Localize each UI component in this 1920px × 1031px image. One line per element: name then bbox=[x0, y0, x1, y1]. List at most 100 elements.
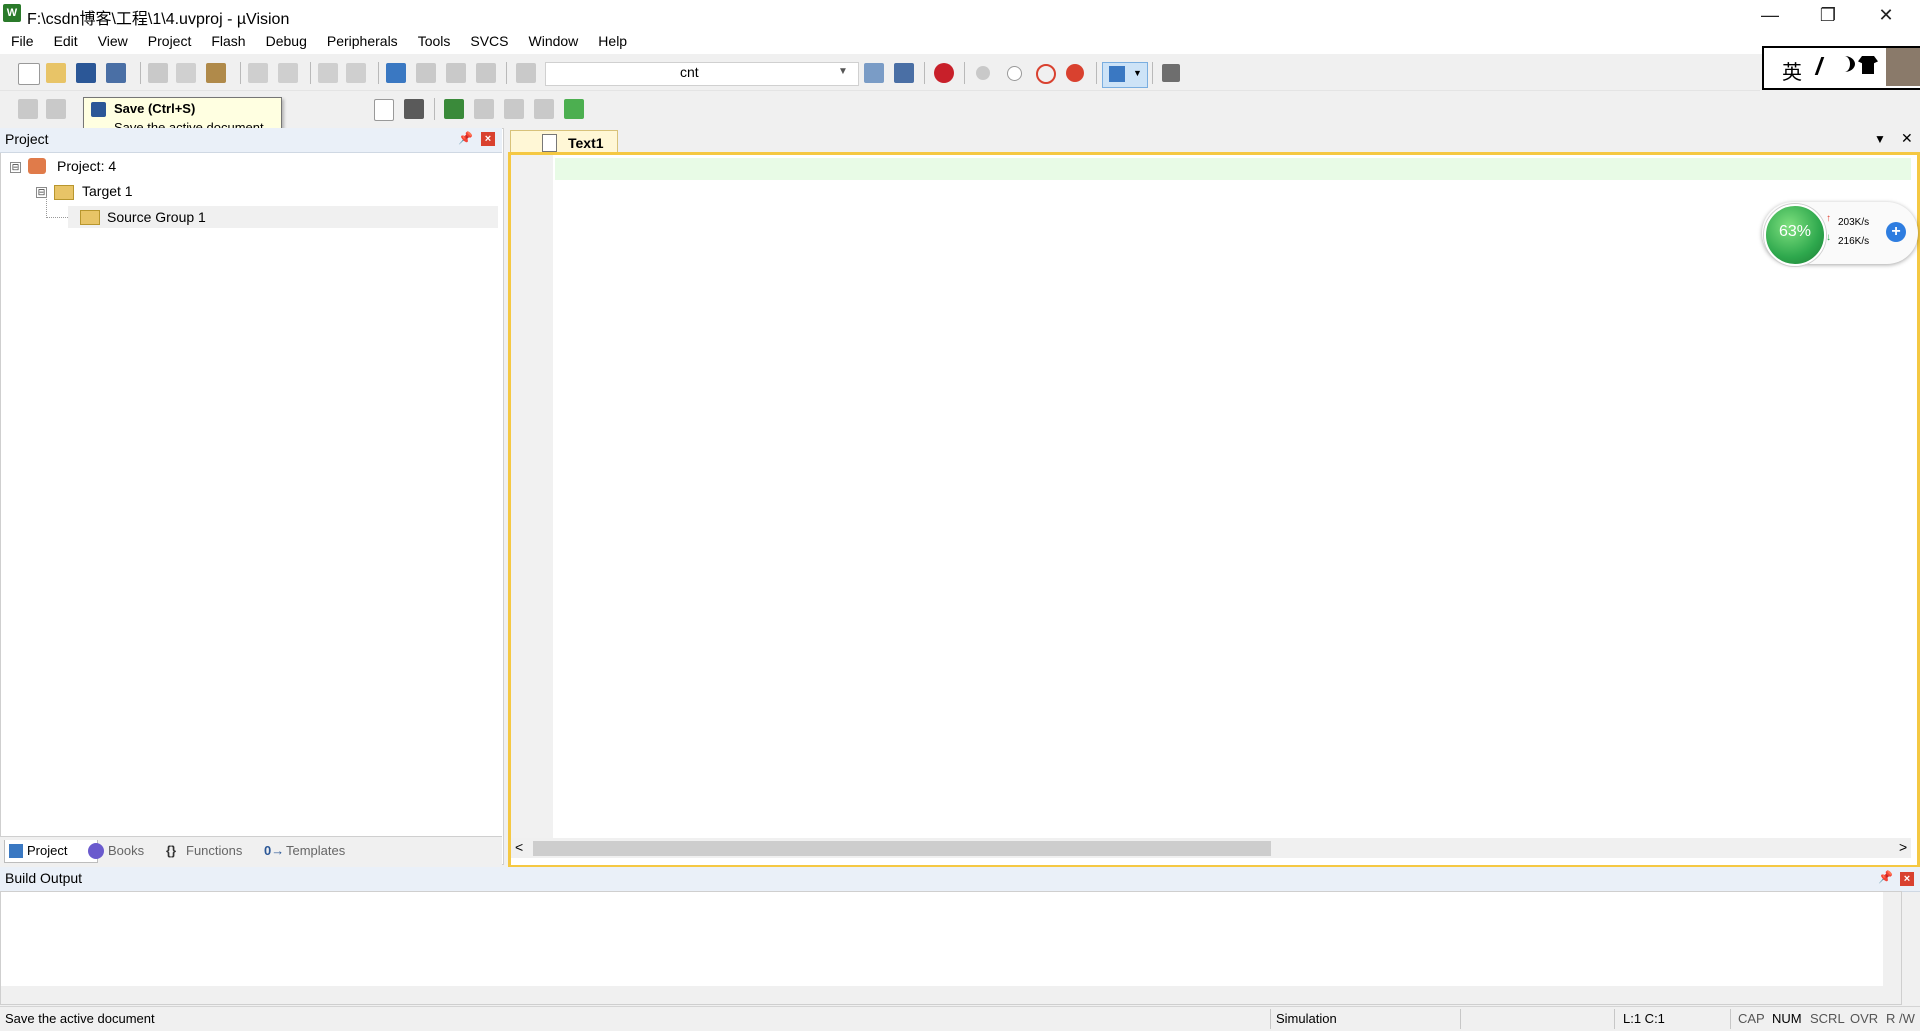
collapse-icon[interactable]: ⊟ bbox=[10, 162, 21, 173]
scroll-left-icon[interactable]: < bbox=[515, 839, 523, 855]
cut-icon[interactable] bbox=[148, 63, 168, 83]
bookmark-icon[interactable] bbox=[386, 63, 406, 83]
manage-components-icon[interactable] bbox=[444, 99, 464, 119]
project-icon bbox=[28, 158, 46, 174]
menu-debug[interactable]: Debug bbox=[255, 30, 316, 49]
file-extensions-icon[interactable] bbox=[474, 99, 494, 119]
tab-templates[interactable]: 0→ Templates bbox=[262, 840, 378, 862]
menu-edit[interactable]: Edit bbox=[43, 30, 87, 49]
indent-icon[interactable] bbox=[516, 63, 536, 83]
menu-svcs[interactable]: SVCS bbox=[459, 30, 517, 49]
close-window-button[interactable]: ✕ bbox=[1857, 0, 1915, 30]
scrollbar-thumb[interactable] bbox=[533, 841, 1271, 856]
tree-line bbox=[46, 196, 48, 218]
clear-bookmarks-icon[interactable] bbox=[476, 63, 496, 83]
tree-row-source-group[interactable]: Source Group 1 bbox=[68, 206, 498, 228]
menu-tools[interactable]: Tools bbox=[407, 30, 460, 49]
open-file-icon[interactable] bbox=[46, 63, 66, 83]
close-editor-icon[interactable]: ✕ bbox=[1901, 130, 1913, 147]
menu-window[interactable]: Window bbox=[518, 30, 588, 49]
title-bar: W F:\csdn博客\工程\1\4.uvproj - µVision — ❐ … bbox=[0, 0, 1920, 30]
menu-help[interactable]: Help bbox=[587, 30, 636, 49]
punctuation-icon[interactable] bbox=[1814, 57, 1835, 75]
status-scrl: SCRL bbox=[1810, 1011, 1845, 1026]
new-file-icon[interactable] bbox=[18, 63, 40, 85]
redo-icon[interactable] bbox=[278, 63, 298, 83]
paste-icon[interactable] bbox=[206, 63, 226, 83]
next-bookmark-icon[interactable] bbox=[446, 63, 466, 83]
status-caps: CAP bbox=[1738, 1011, 1765, 1026]
prev-bookmark-icon[interactable] bbox=[416, 63, 436, 83]
find-icon[interactable] bbox=[864, 63, 884, 83]
memory-usage-circle[interactable]: 63% bbox=[1764, 204, 1826, 266]
close-panel-button[interactable]: × bbox=[1900, 872, 1914, 886]
nav-back-icon[interactable] bbox=[318, 63, 338, 83]
build-output-text-area[interactable] bbox=[0, 891, 1902, 1005]
find-combo-chevron-icon[interactable]: ▼ bbox=[838, 66, 848, 77]
menu-file[interactable]: File bbox=[0, 30, 43, 49]
pack-installer-icon[interactable] bbox=[504, 99, 524, 119]
nav-forward-icon[interactable] bbox=[346, 63, 366, 83]
build-output-horizontal-scrollbar[interactable] bbox=[1, 986, 1901, 1004]
menu-project[interactable]: Project bbox=[137, 30, 201, 49]
minimize-button[interactable]: — bbox=[1741, 0, 1799, 30]
status-mode: Simulation bbox=[1276, 1011, 1337, 1026]
pin-icon[interactable]: 📌 bbox=[1878, 870, 1893, 884]
kill-all-breakpoints-icon[interactable] bbox=[1066, 64, 1084, 82]
moon-icon[interactable] bbox=[1834, 56, 1855, 72]
disable-breakpoint-icon[interactable] bbox=[1007, 66, 1022, 81]
status-ovr: OVR bbox=[1850, 1011, 1879, 1026]
tab-functions[interactable]: {} Functions bbox=[164, 840, 274, 862]
target-options-icon[interactable] bbox=[404, 99, 424, 119]
breakpoint-icon[interactable] bbox=[976, 66, 990, 80]
tooltip-title: Save (Ctrl+S) bbox=[114, 101, 196, 116]
kill-breakpoints-icon[interactable] bbox=[1036, 64, 1056, 84]
code-editor[interactable] bbox=[508, 152, 1920, 868]
memory-usage-percent: 63% bbox=[1778, 223, 1812, 240]
menu-view[interactable]: View bbox=[87, 30, 137, 49]
configure-icon[interactable] bbox=[1162, 64, 1180, 82]
upload-arrow-icon: ↑ bbox=[1826, 213, 1831, 224]
menu-flash[interactable]: Flash bbox=[200, 30, 254, 49]
build-output-vertical-scrollbar[interactable] bbox=[1883, 892, 1901, 988]
books-tab-icon bbox=[88, 843, 104, 859]
debug-session-icon[interactable] bbox=[934, 63, 954, 83]
status-num: NUM bbox=[1772, 1011, 1802, 1026]
status-message: Save the active document bbox=[5, 1011, 155, 1026]
skin-shirt-icon[interactable] bbox=[1858, 56, 1878, 74]
undo-icon[interactable] bbox=[248, 63, 268, 83]
run-time-environment-icon[interactable] bbox=[564, 99, 584, 119]
window-layout-chevron-icon: ▼ bbox=[1133, 68, 1142, 78]
line-number-gutter bbox=[511, 155, 553, 838]
find-text: cnt bbox=[680, 64, 699, 80]
incremental-find-icon[interactable] bbox=[894, 63, 914, 83]
copy-icon[interactable] bbox=[176, 63, 196, 83]
window-layout-button[interactable]: ▼ bbox=[1102, 62, 1148, 88]
find-combo[interactable] bbox=[545, 62, 859, 86]
window-title: F:\csdn博客\工程\1\4.uvproj - µVision bbox=[27, 11, 290, 28]
status-rw: R /W bbox=[1886, 1011, 1915, 1026]
scroll-right-icon[interactable]: > bbox=[1899, 839, 1907, 855]
build-output-title: Build Output bbox=[5, 870, 83, 886]
tree-label: Source Group 1 bbox=[107, 209, 206, 225]
close-panel-button[interactable]: × bbox=[481, 132, 495, 146]
save-icon[interactable] bbox=[76, 63, 96, 83]
tree-label: Target 1 bbox=[82, 183, 133, 199]
build-icon[interactable] bbox=[46, 99, 66, 119]
pin-icon[interactable]: 📌 bbox=[458, 131, 473, 145]
menu-peripherals[interactable]: Peripherals bbox=[316, 30, 407, 49]
translate-icon[interactable] bbox=[18, 99, 38, 119]
restore-button[interactable]: ❐ bbox=[1799, 0, 1857, 30]
select-packs-icon[interactable] bbox=[534, 99, 554, 119]
tab-project[interactable]: Project bbox=[4, 840, 98, 863]
editor-tab-bar: ▼ ✕ bbox=[508, 128, 1920, 152]
ime-lang-label[interactable]: 英 bbox=[1782, 56, 1802, 85]
ime-toolbar[interactable]: 英 bbox=[1762, 46, 1920, 90]
tab-list-dropdown-icon[interactable]: ▼ bbox=[1874, 132, 1886, 146]
plus-icon[interactable]: + bbox=[1886, 222, 1906, 242]
save-all-icon[interactable] bbox=[106, 63, 126, 83]
avatar[interactable] bbox=[1886, 48, 1920, 86]
editor-tab-label: Text1 bbox=[568, 135, 604, 151]
target-combo-chevron-icon[interactable] bbox=[374, 99, 394, 121]
menu-bar: File Edit View Project Flash Debug Peripherals… bbox=[0, 30, 1920, 54]
